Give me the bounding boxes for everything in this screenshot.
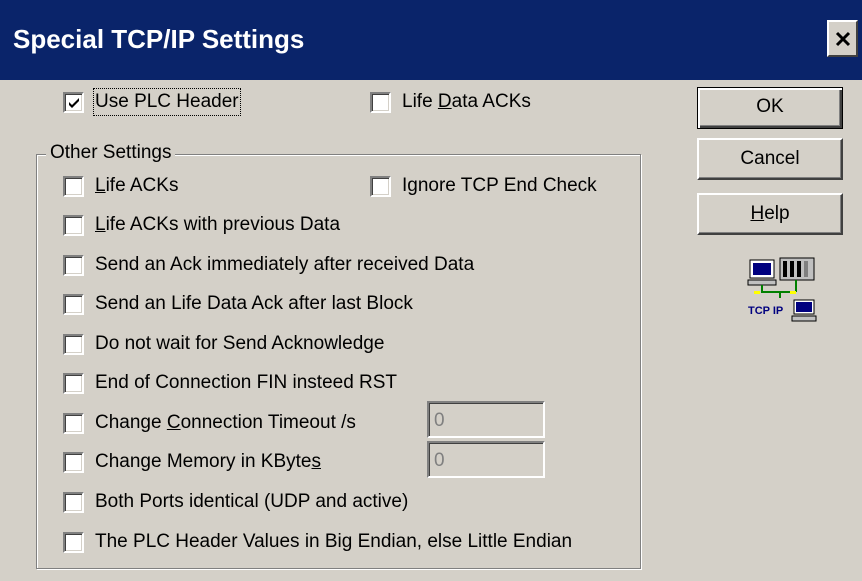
checkbox-label: The PLC Header Values in Big Endian, els…	[95, 531, 573, 552]
checkbox-label: Send an Ack immediately after received D…	[95, 254, 475, 275]
cancel-button[interactable]: Cancel	[697, 138, 843, 180]
checkbox-box[interactable]	[63, 412, 84, 434]
ignore-tcp-end-check-checkbox[interactable]: Ignore TCP End Check	[370, 174, 597, 198]
checkbox-box[interactable]	[63, 451, 84, 473]
checkbox-label: Ignore TCP End Check	[402, 175, 597, 196]
send-life-data-ack-last-block-checkbox[interactable]: Send an Life Data Ack after last Block	[63, 292, 413, 316]
checkbox-label: Life ACKs with previous Data	[95, 214, 341, 235]
memory-kbytes-input[interactable]: 0	[427, 441, 545, 478]
checkbox-box[interactable]	[63, 214, 84, 236]
end-connection-fin-checkbox[interactable]: End of Connection FIN insteed RST	[63, 371, 397, 395]
checkbox-label: Life Data ACKs	[402, 91, 531, 112]
change-memory-kbytes-checkbox[interactable]: Change Memory in KBytes	[63, 450, 321, 474]
do-not-wait-send-ack-checkbox[interactable]: Do not wait for Send Acknowledge	[63, 332, 384, 356]
checkbox-label: Change Connection Timeout /s	[95, 412, 356, 433]
help-button[interactable]: Help	[697, 193, 843, 235]
checkbox-label: Change Memory in KBytes	[95, 451, 321, 472]
send-ack-immediately-checkbox[interactable]: Send an Ack immediately after received D…	[63, 253, 474, 277]
checkbox-label: Life ACKs	[95, 175, 179, 196]
both-ports-identical-checkbox[interactable]: Both Ports identical (UDP and active)	[63, 490, 408, 514]
plc-header-big-endian-checkbox[interactable]: The PLC Header Values in Big Endian, els…	[63, 530, 572, 554]
checkbox-label: Do not wait for Send Acknowledge	[95, 333, 385, 354]
close-icon	[835, 31, 851, 47]
checkbox-box[interactable]	[370, 175, 391, 197]
life-data-acks-checkbox[interactable]: Life Data ACKs	[370, 90, 531, 114]
group-label: Other Settings	[46, 141, 176, 165]
connection-timeout-input[interactable]: 0	[427, 401, 545, 438]
checkbox-box[interactable]	[370, 91, 391, 113]
tcp-ip-network-icon: TCP IP	[747, 257, 817, 322]
checkbox-box[interactable]	[63, 491, 84, 513]
life-acks-previous-data-checkbox[interactable]: Life ACKs with previous Data	[63, 213, 340, 237]
title-bar: Special TCP/IP Settings	[0, 0, 862, 80]
close-button[interactable]	[827, 20, 858, 57]
checkbox-label: Send an Life Data Ack after last Block	[95, 293, 413, 314]
ok-button[interactable]: OK	[697, 87, 843, 129]
checkbox-box[interactable]	[63, 175, 84, 197]
checkbox-label: End of Connection FIN insteed RST	[95, 372, 398, 393]
checkbox-label: Both Ports identical (UDP and active)	[95, 491, 409, 512]
checkbox-box[interactable]	[63, 333, 84, 355]
change-connection-timeout-checkbox[interactable]: Change Connection Timeout /s	[63, 411, 356, 435]
use-plc-header-checkbox[interactable]: Use PLC Header	[63, 88, 241, 116]
checkbox-box[interactable]	[63, 293, 84, 315]
checkmark-icon	[69, 97, 79, 108]
life-acks-checkbox[interactable]: Life ACKs	[63, 174, 178, 198]
checkbox-box[interactable]	[63, 372, 84, 394]
checkbox-box[interactable]	[63, 531, 84, 553]
checkbox-box[interactable]	[63, 91, 84, 113]
tcp-ip-label: TCP IP	[748, 305, 783, 317]
checkbox-box[interactable]	[63, 254, 84, 276]
window-title: Special TCP/IP Settings	[13, 24, 305, 54]
checkbox-label: Use PLC Header	[93, 88, 241, 116]
